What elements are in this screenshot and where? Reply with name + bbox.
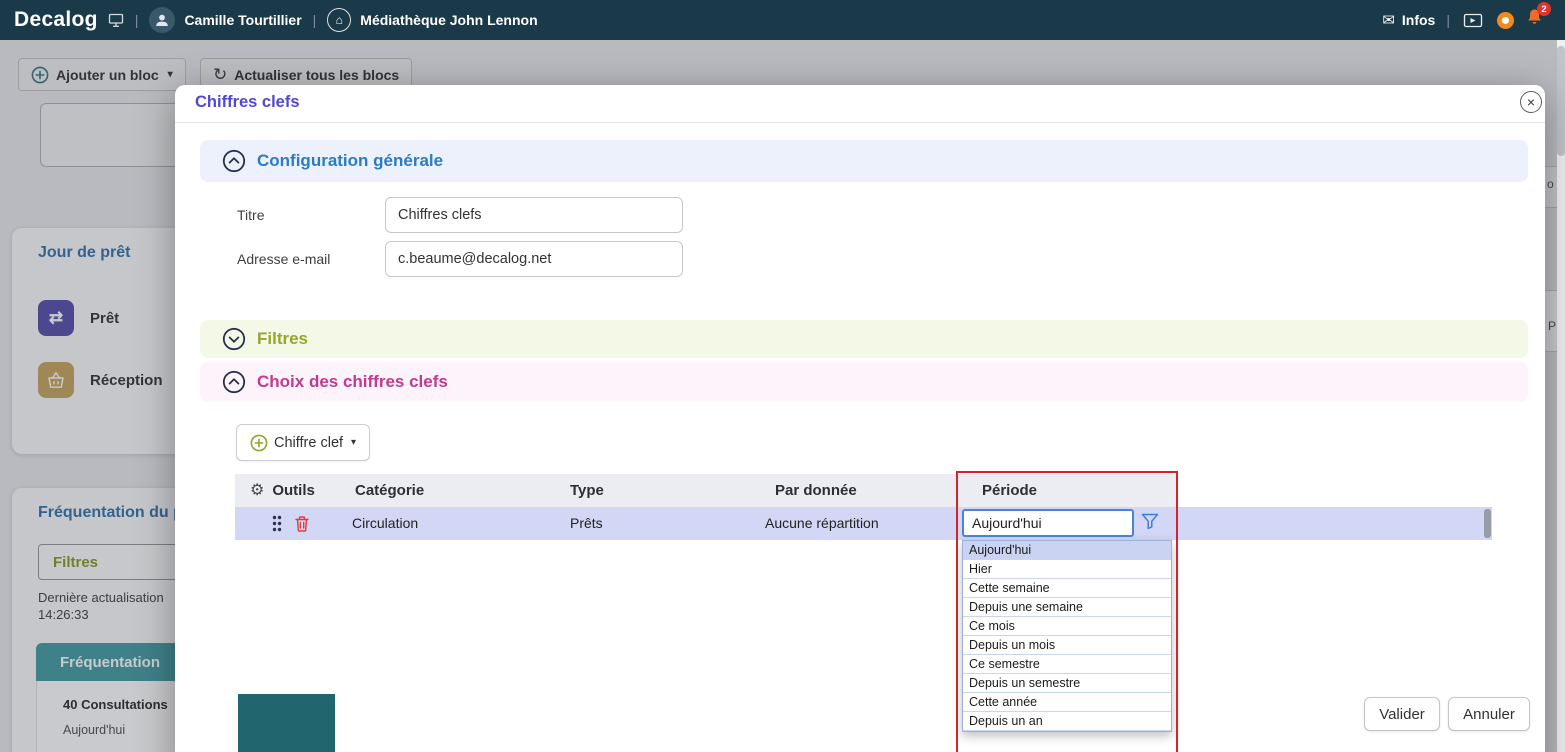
topbar: Decalog | Camille Tourtillier | ⌂ Médiat… bbox=[0, 0, 1565, 40]
plus-circle-icon bbox=[250, 434, 268, 451]
section-title-choix: Choix des chiffres clefs bbox=[257, 372, 448, 391]
section-choix-chiffres[interactable]: Choix des chiffres clefs bbox=[200, 362, 1528, 402]
page-scrollbar[interactable] bbox=[1557, 40, 1565, 752]
column-outils: ⚙ Outils bbox=[250, 474, 315, 507]
column-outils-label: Outils bbox=[272, 482, 315, 499]
modal-title: Chiffres clefs bbox=[195, 93, 300, 111]
section-title-filtres: Filtres bbox=[257, 329, 309, 348]
close-icon: × bbox=[1526, 94, 1536, 110]
separator: | bbox=[134, 12, 139, 28]
chiffres-clefs-modal: Chiffres clefs × Configuration générale … bbox=[175, 85, 1545, 752]
dropdown-option[interactable]: Depuis un semestre bbox=[963, 674, 1171, 693]
workstation-icon[interactable] bbox=[108, 13, 124, 28]
table-row: Circulation Prêts Aucune répartition bbox=[235, 507, 1492, 540]
scrollbar-thumb[interactable] bbox=[1557, 46, 1565, 156]
library-name[interactable]: Médiathèque John Lennon bbox=[360, 12, 537, 28]
separator: | bbox=[1446, 12, 1450, 28]
close-button[interactable]: × bbox=[1520, 91, 1542, 113]
cell-par-donnee: Aucune répartition bbox=[765, 515, 879, 531]
app-logo[interactable]: Decalog bbox=[14, 8, 98, 32]
cell-categorie: Circulation bbox=[352, 515, 419, 531]
dropdown-option[interactable]: Aujourd'hui bbox=[963, 541, 1171, 560]
add-chiffre-clef-label: Chiffre clef bbox=[274, 434, 344, 451]
column-categorie: Catégorie bbox=[355, 482, 425, 499]
dropdown-option[interactable]: Hier bbox=[963, 560, 1171, 579]
titre-label: Titre bbox=[237, 207, 265, 223]
table-header: ⚙ Outils Catégorie Type Par donnée Pério… bbox=[235, 474, 1178, 507]
add-chiffre-clef-button[interactable]: Chiffre clef ▾ bbox=[236, 424, 371, 461]
user-name[interactable]: Camille Tourtillier bbox=[184, 12, 301, 28]
dropdown-option[interactable]: Ce mois bbox=[963, 617, 1171, 636]
notifications-bell[interactable]: 2 bbox=[1526, 2, 1551, 32]
screen-share-icon[interactable] bbox=[1463, 13, 1483, 28]
collapse-icon[interactable] bbox=[222, 370, 246, 394]
screen: Decalog | Camille Tourtillier | ⌂ Médiat… bbox=[0, 0, 1565, 752]
section-title-general: Configuration générale bbox=[257, 151, 444, 170]
cell-type: Prêts bbox=[570, 515, 603, 531]
divider bbox=[175, 122, 1545, 123]
column-type: Type bbox=[570, 482, 604, 499]
periode-combobox[interactable] bbox=[962, 509, 1134, 537]
mail-icon: ✉ bbox=[1382, 12, 1395, 29]
library-icon: ⌂ bbox=[327, 8, 352, 32]
infos-label: Infos bbox=[1401, 12, 1436, 28]
titre-input[interactable] bbox=[385, 197, 683, 233]
infos-button[interactable]: ✉ Infos bbox=[1382, 11, 1435, 29]
dropdown-option[interactable]: Depuis une semaine bbox=[963, 598, 1171, 617]
email-input[interactable] bbox=[385, 241, 683, 277]
filter-funnel-icon[interactable] bbox=[1141, 513, 1159, 530]
user-avatar[interactable] bbox=[149, 7, 176, 33]
chevron-down-icon: ▾ bbox=[351, 437, 357, 448]
separator: | bbox=[312, 12, 317, 28]
table-scrollbar-thumb[interactable] bbox=[1484, 509, 1491, 538]
dropdown-option[interactable]: Depuis un mois bbox=[963, 636, 1171, 655]
teal-widget-fragment bbox=[238, 694, 335, 752]
validate-button[interactable]: Valider bbox=[1364, 697, 1440, 731]
notification-badge: 2 bbox=[1537, 2, 1551, 16]
cancel-button[interactable]: Annuler bbox=[1448, 697, 1530, 731]
email-label: Adresse e-mail bbox=[237, 251, 331, 267]
dropdown-option[interactable]: Cette semaine bbox=[963, 579, 1171, 598]
delete-icon[interactable] bbox=[294, 515, 310, 533]
house-glyph: ⌂ bbox=[335, 13, 343, 27]
gear-icon: ⚙ bbox=[250, 482, 265, 499]
dropdown-option[interactable]: Ce semestre bbox=[963, 655, 1171, 674]
help-icon[interactable] bbox=[1497, 11, 1514, 29]
periode-dropdown: Aujourd'hui Hier Cette semaine Depuis un… bbox=[962, 540, 1172, 732]
column-periode: Période bbox=[982, 482, 1038, 499]
collapse-icon[interactable] bbox=[222, 149, 246, 173]
section-filtres[interactable]: Filtres bbox=[200, 320, 1528, 358]
section-configuration-generale[interactable]: Configuration générale bbox=[200, 140, 1528, 182]
dropdown-option[interactable]: Cette année bbox=[963, 693, 1171, 712]
expand-icon[interactable] bbox=[222, 327, 246, 351]
dropdown-option[interactable]: Depuis un an bbox=[963, 712, 1171, 731]
drag-handle-icon[interactable] bbox=[271, 514, 283, 533]
column-par-donnee: Par donnée bbox=[775, 482, 857, 499]
person-icon bbox=[156, 14, 169, 26]
